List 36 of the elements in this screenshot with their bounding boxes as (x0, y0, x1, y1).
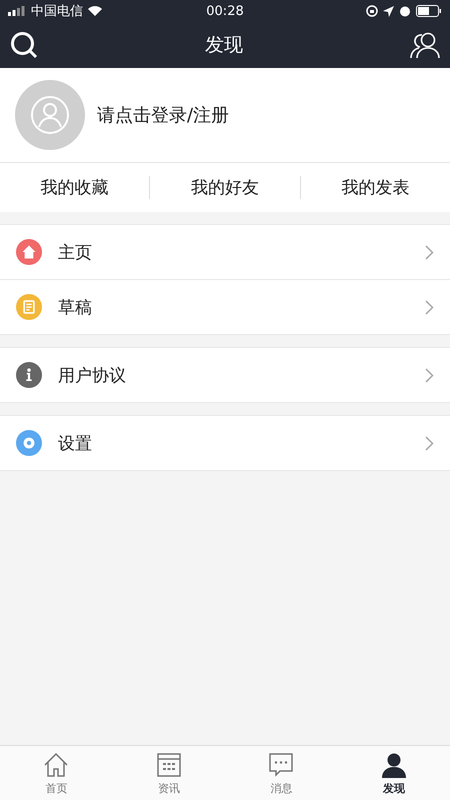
tab[interactable]: 消息 (225, 746, 338, 800)
tab[interactable]: 资讯 (112, 746, 225, 800)
gear-icon (16, 430, 42, 456)
rotation-lock-icon (366, 5, 378, 17)
house-icon (16, 239, 42, 265)
info-icon (16, 362, 42, 388)
chat-icon (267, 750, 296, 778)
menu-item[interactable]: 草稿 (0, 279, 450, 334)
tab[interactable]: 发现 (338, 746, 450, 800)
page-title: 发现 (205, 33, 243, 58)
alarm-icon (399, 5, 411, 17)
calendar-icon (154, 750, 183, 778)
people-icon[interactable] (410, 31, 440, 59)
chevron-icon (425, 300, 434, 314)
chevron-icon (425, 368, 434, 382)
house-icon (42, 750, 70, 778)
carrier-name: 中国电信 (31, 3, 83, 20)
tab[interactable]: 首页 (0, 746, 112, 800)
profile-link[interactable]: 我的好友 (190, 178, 259, 198)
person-icon (30, 95, 70, 135)
login-prompt[interactable]: 请点击登录/注册 (97, 103, 230, 127)
status-time: 00:28 (206, 4, 244, 18)
search-icon[interactable] (10, 31, 38, 59)
wifi-icon (88, 6, 102, 16)
profile-link[interactable]: 我的收藏 (40, 178, 109, 198)
battery-icon (416, 5, 442, 17)
menu-item[interactable]: 用户协议 (0, 348, 450, 402)
signal-icon (8, 6, 26, 16)
person-icon (380, 750, 408, 778)
location-icon (383, 6, 394, 16)
profile-link[interactable]: 我的发表 (341, 178, 410, 198)
menu-item[interactable]: 主页 (0, 225, 450, 279)
menu-item[interactable]: 设置 (0, 416, 450, 470)
chevron-icon (425, 436, 434, 450)
chevron-icon (425, 244, 434, 260)
document-icon (16, 294, 42, 320)
